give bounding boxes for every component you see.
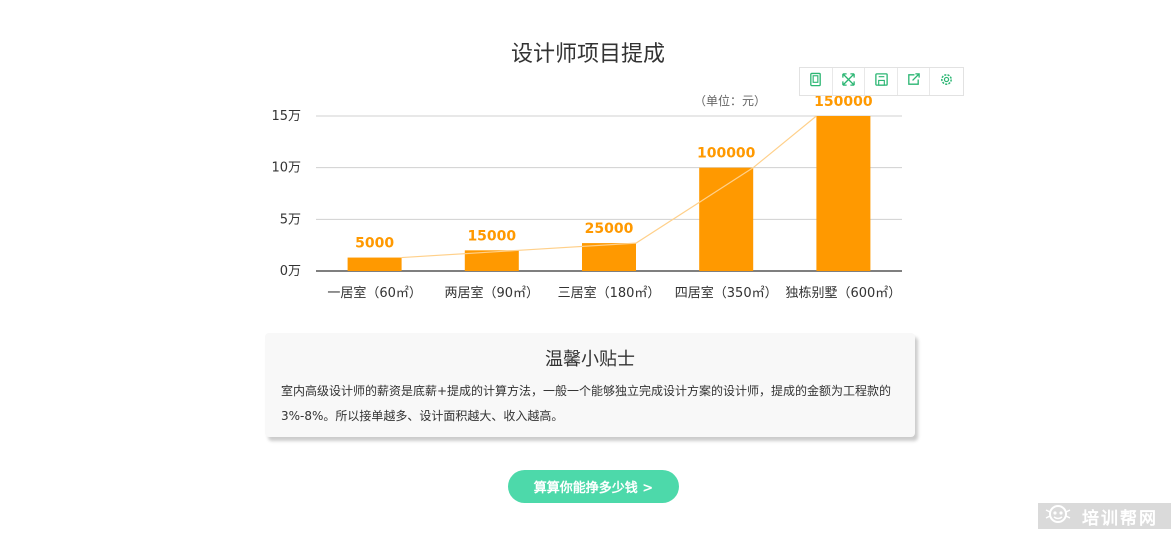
bar-chart: 5000 15000 25000 100000 150000 0万 5万 10万 15万 一居… [271,93,902,301]
x-tick-label: 独栋别墅（600㎡） [785,285,901,301]
save-image-button[interactable] [865,68,898,95]
data-label: 5000 [355,236,394,252]
zoom-icon [841,72,856,91]
tips-panel: 温馨小贴士 室内高级设计师的薪资是底薪+提成的计算方法，一般一个能够独立完成设计… [265,333,915,437]
bar[interactable] [582,243,636,271]
y-tick-label: 15万 [271,109,301,124]
data-view-button[interactable] [800,68,833,95]
unit-label: （单位：元） [694,93,766,108]
y-tick-label: 5万 [280,212,301,227]
settings-icon [939,72,954,91]
x-tick-label: 三居室（180㎡） [558,285,661,301]
tips-line-1: 室内高级设计师的薪资是底薪+提成的计算方法，一般一个能够独立完成设计方案的设计师… [281,384,892,398]
zoom-button[interactable] [833,68,866,95]
y-axis-ticks: 0万 5万 10万 15万 [271,109,301,279]
tips-text: 室内高级设计师的薪资是底薪+提成的计算方法，一般一个能够独立完成设计方案的设计师… [281,379,901,429]
tips-title: 温馨小贴士 [545,349,635,370]
settings-button[interactable] [930,68,963,95]
data-label: 25000 [585,221,634,237]
data-view-icon [808,72,823,91]
share-icon [906,72,921,91]
bar[interactable] [699,167,754,271]
y-tick-label: 0万 [280,264,301,279]
watermark-logo-icon [1044,504,1072,528]
share-button[interactable] [898,68,931,95]
y-tick-label: 10万 [271,161,301,176]
watermark-text: 培训帮网 [1082,508,1158,529]
x-tick-label: 四居室（350㎡） [675,285,778,301]
data-labels: 5000 15000 25000 100000 150000 [355,94,873,252]
bars [347,116,871,271]
chart-toolbox [799,67,964,96]
calculate-earnings-button[interactable]: 算算你能挣多少钱 > [508,470,679,503]
x-tick-label: 一居室（60㎡） [327,285,422,301]
data-label: 150000 [814,94,873,110]
bar[interactable] [816,116,871,271]
save-image-icon [874,72,889,91]
data-label: 100000 [697,146,756,162]
x-tick-label: 两居室（90㎡） [445,285,540,301]
data-label: 15000 [467,228,516,244]
bar[interactable] [347,257,402,271]
tips-line-2: 3%-8%。所以接单越多、设计面积越大、收入越高。 [281,409,564,423]
x-axis-ticks: 一居室（60㎡） 两居室（90㎡） 三居室（180㎡） 四居室（350㎡） 独栋别墅（6… [327,285,901,301]
watermark: 培训帮网 [1038,503,1171,529]
